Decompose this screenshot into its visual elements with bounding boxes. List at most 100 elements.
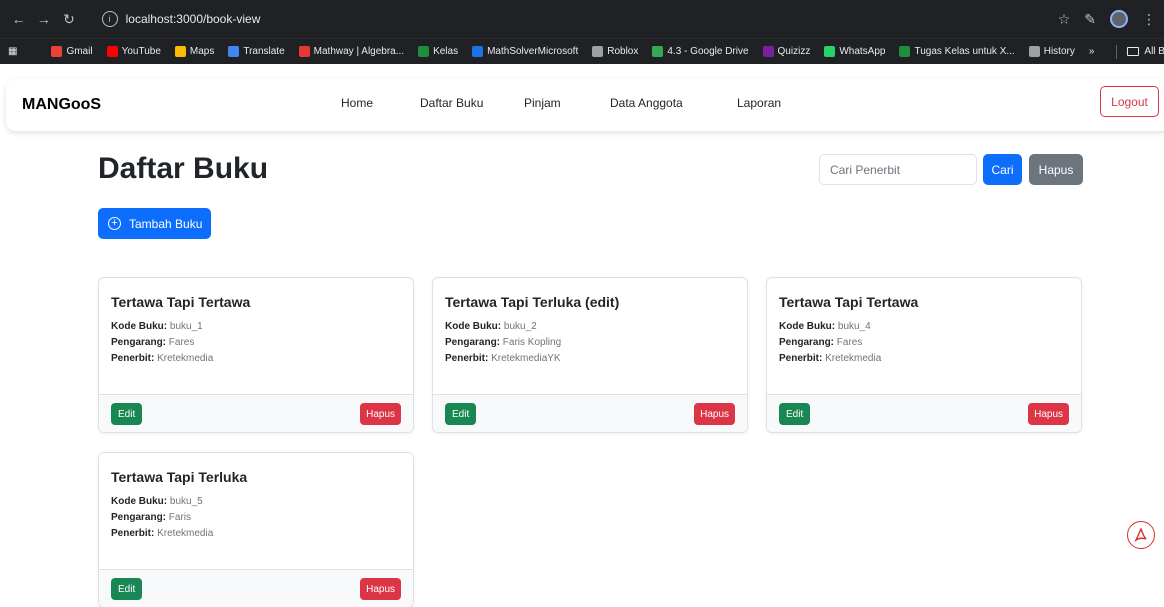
bookmark-label: Tugas Kelas untuk X... bbox=[914, 46, 1015, 57]
bookmark-favicon-icon bbox=[174, 46, 186, 57]
bookmark-item[interactable]: Translate bbox=[228, 46, 285, 57]
code-label: Kode Buku: bbox=[111, 496, 168, 507]
address-url: localhost:3000/book-view bbox=[125, 12, 261, 26]
bookmark-item[interactable]: Maps bbox=[174, 46, 215, 57]
bookmark-favicon-icon bbox=[106, 46, 118, 57]
author-label: Pengarang: bbox=[111, 337, 167, 348]
bookmark-favicon-icon bbox=[652, 46, 664, 57]
search-input[interactable]: Cari Penerbit bbox=[819, 154, 977, 185]
publisher-label: Penerbit: bbox=[111, 353, 155, 364]
bookmark-label: Translate bbox=[243, 46, 285, 57]
book-author: Pengarang: Faris bbox=[111, 512, 401, 523]
address-bar[interactable]: i localhost:3000/book-view bbox=[93, 6, 1058, 32]
bookmark-item[interactable]: WhatsApp bbox=[824, 46, 885, 57]
bookmark-label: Quizizz bbox=[777, 46, 811, 57]
card-body: Tertawa Tapi Terluka Kode Buku: buku_5 Pen… bbox=[99, 453, 413, 569]
bookmark-favicon-icon bbox=[472, 46, 484, 57]
bookmark-divider bbox=[1116, 44, 1118, 59]
book-publisher: Penerbit: Kretekmedia bbox=[111, 528, 401, 539]
author-label: Pengarang: bbox=[111, 512, 167, 523]
edit-button[interactable]: Edit bbox=[111, 403, 143, 425]
edit-button[interactable]: Edit bbox=[445, 403, 477, 425]
bookmark-favicon-icon bbox=[1028, 46, 1040, 57]
publisher-value: Kretekmedia bbox=[157, 353, 214, 364]
plus-circle-icon: + bbox=[108, 217, 121, 230]
apps-grid-icon[interactable]: ▦ bbox=[8, 46, 17, 57]
nav-home[interactable]: Home bbox=[341, 96, 373, 110]
book-code: Kode Buku: buku_5 bbox=[111, 496, 401, 507]
card-body: Tertawa Tapi Tertawa Kode Buku: buku_1 Pen… bbox=[99, 278, 413, 394]
bookmark-label: 4.3 - Google Drive bbox=[667, 46, 749, 57]
card-footer: Edit Hapus bbox=[433, 394, 747, 432]
page-title: Daftar Buku bbox=[98, 152, 269, 185]
bookmark-favicon-icon bbox=[899, 46, 911, 57]
reload-icon[interactable]: ↻ bbox=[58, 8, 79, 30]
profile-avatar[interactable] bbox=[1110, 10, 1128, 28]
bookmark-favicon-icon bbox=[298, 46, 310, 57]
bookmark-label: Maps bbox=[189, 46, 215, 57]
code-value: buku_1 bbox=[169, 321, 203, 332]
forward-icon[interactable]: → bbox=[33, 8, 54, 30]
book-publisher: Penerbit: Kretekmedia bbox=[779, 353, 1069, 364]
code-label: Kode Buku: bbox=[779, 321, 836, 332]
author-label: Pengarang: bbox=[445, 337, 501, 348]
bookmark-item[interactable]: Mathway | Algebra... bbox=[298, 46, 404, 57]
delete-button[interactable]: Hapus bbox=[1028, 403, 1069, 425]
delete-button[interactable]: Hapus bbox=[360, 403, 401, 425]
book-publisher: Penerbit: KretekmediaYK bbox=[445, 353, 735, 364]
bookmark-label: YouTube bbox=[121, 46, 161, 57]
bookmark-item[interactable]: History bbox=[1028, 46, 1075, 57]
edit-button[interactable]: Edit bbox=[111, 578, 143, 600]
bookmark-item[interactable]: YouTube bbox=[106, 46, 161, 57]
bookmark-item[interactable]: Roblox bbox=[592, 46, 638, 57]
bookmark-star-icon[interactable]: ☆ bbox=[1058, 11, 1071, 28]
author-value: Faris Kopling bbox=[502, 337, 562, 348]
nav-pinjam[interactable]: Pinjam bbox=[524, 96, 561, 110]
book-title: Tertawa Tapi Tertawa bbox=[111, 294, 251, 310]
nav-daftar-buku[interactable]: Daftar Buku bbox=[420, 96, 483, 110]
bookmark-favicon-icon bbox=[762, 46, 774, 57]
extensions-icon[interactable]: ✎ bbox=[1084, 11, 1096, 28]
bookmark-favicon-icon bbox=[824, 46, 836, 57]
publisher-value: KretekmediaYK bbox=[491, 353, 561, 364]
pdf-icon[interactable] bbox=[1127, 521, 1155, 549]
bookmark-item[interactable]: Gmail bbox=[51, 46, 93, 57]
bookmark-favicon-icon bbox=[228, 46, 240, 57]
nav-laporan[interactable]: Laporan bbox=[737, 96, 781, 110]
book-publisher: Penerbit: Kretekmedia bbox=[111, 353, 401, 364]
book-card: Tertawa Tapi Tertawa Kode Buku: buku_4 Pen… bbox=[766, 277, 1082, 433]
bookmark-item[interactable]: MathSolverMicrosoft bbox=[472, 46, 578, 57]
site-info-icon[interactable]: i bbox=[101, 11, 118, 27]
search-button[interactable]: Cari bbox=[983, 154, 1022, 185]
bookmark-label: Kelas bbox=[433, 46, 459, 57]
code-value: buku_5 bbox=[169, 496, 203, 507]
folder-icon bbox=[1127, 47, 1140, 56]
nav-data-anggota[interactable]: Data Anggota bbox=[610, 96, 683, 110]
author-label: Pengarang: bbox=[779, 337, 835, 348]
bookmark-item[interactable]: 4.3 - Google Drive bbox=[652, 46, 749, 57]
book-code: Kode Buku: buku_1 bbox=[111, 321, 401, 332]
logout-button[interactable]: Logout bbox=[1100, 86, 1159, 117]
delete-button[interactable]: Hapus bbox=[360, 578, 401, 600]
book-title: Tertawa Tapi Tertawa bbox=[779, 294, 919, 310]
menu-kebab-icon[interactable]: ⋮ bbox=[1142, 11, 1156, 28]
code-label: Kode Buku: bbox=[111, 321, 168, 332]
bookmark-item[interactable]: Quizizz bbox=[762, 46, 811, 57]
app-navbar: MANGooS Home Daftar Buku Pinjam Data Ang… bbox=[6, 79, 1164, 131]
back-icon[interactable]: ← bbox=[8, 8, 29, 30]
card-footer: Edit Hapus bbox=[99, 394, 413, 432]
more-bookmarks-button[interactable]: » bbox=[1089, 46, 1095, 57]
card-footer: Edit Hapus bbox=[99, 569, 413, 607]
clear-search-button[interactable]: Hapus bbox=[1029, 154, 1083, 185]
delete-button[interactable]: Hapus bbox=[694, 403, 735, 425]
edit-button[interactable]: Edit bbox=[779, 403, 811, 425]
bookmark-item[interactable]: Tugas Kelas untuk X... bbox=[899, 46, 1015, 57]
publisher-label: Penerbit: bbox=[445, 353, 489, 364]
author-value: Faris bbox=[168, 512, 192, 523]
bookmark-item[interactable]: Kelas bbox=[418, 46, 458, 57]
brand-logo[interactable]: MANGooS bbox=[22, 96, 101, 114]
card-body: Tertawa Tapi Tertawa Kode Buku: buku_4 Pen… bbox=[767, 278, 1081, 394]
all-bookmarks-link[interactable]: All Bookmarks bbox=[1144, 46, 1164, 57]
add-book-button[interactable]: + Tambah Buku bbox=[98, 208, 211, 239]
publisher-label: Penerbit: bbox=[779, 353, 823, 364]
